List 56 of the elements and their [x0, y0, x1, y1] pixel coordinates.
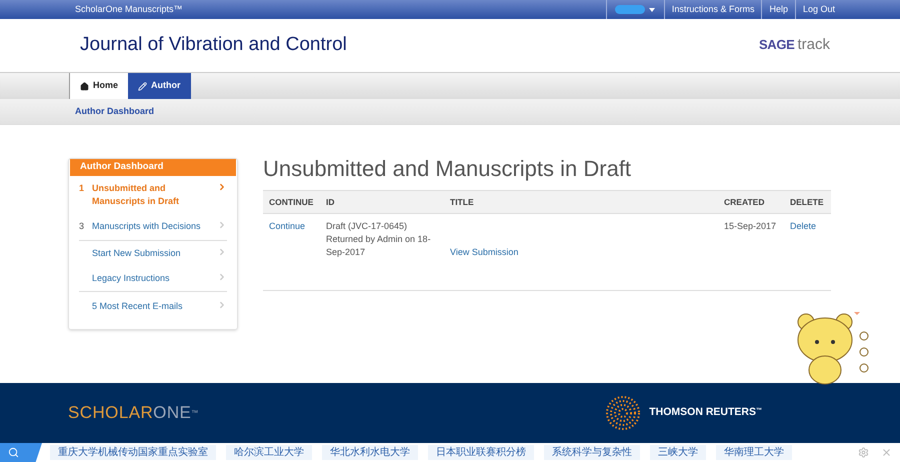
- chevron-icon: [217, 246, 227, 256]
- bookmark-link[interactable]: 三峡大学: [650, 445, 706, 460]
- nav-tab[interactable]: Home: [69, 73, 128, 99]
- page-heading: Unsubmitted and Manuscripts in Draft: [263, 155, 632, 183]
- search-icon: [8, 447, 19, 458]
- bookmark-link[interactable]: 华北水利水电大学: [322, 445, 418, 460]
- thomson-reuters-logo: THOMSON REUTERS$^{™}$: [649, 405, 762, 420]
- column-header: DELETE: [789, 196, 824, 208]
- item-label: Manuscripts with Decisions: [92, 220, 202, 233]
- view-submission-link[interactable]: View Submission: [450, 247, 518, 257]
- bookmark-link[interactable]: 系统科学与复杂性: [544, 445, 640, 460]
- sidebar-title: Author Dashboard: [70, 159, 236, 176]
- nav-tab[interactable]: Author: [128, 73, 191, 99]
- created-date: 15-Sep-2017: [723, 220, 778, 233]
- bookmark-link[interactable]: 华南理工大学: [716, 445, 792, 460]
- chevron-icon: [217, 272, 227, 282]
- scholarone-logo: SCHOLARONE$^{™}$: [68, 402, 200, 424]
- item-label: Unsubmitted and Manuscripts in Draft: [92, 182, 180, 208]
- sidebar-item[interactable]: 5 Most Recent E-mails: [79, 292, 227, 318]
- redacted-name-icon: [615, 5, 646, 14]
- column-header: TITLE: [449, 196, 475, 208]
- item-label: Legacy Instructions: [92, 272, 171, 284]
- brand-text: ScholarOne Manuscripts™: [75, 2, 183, 16]
- item-count: 1: [79, 183, 84, 193]
- delete-link[interactable]: Delete: [784, 220, 816, 234]
- sidebar-item[interactable]: 3 Manuscripts with Decisions: [79, 214, 227, 240]
- column-header: CREATED: [723, 196, 766, 208]
- top-link[interactable]: Help: [761, 0, 795, 19]
- dotted-globe-icon: [605, 395, 642, 431]
- continue-link[interactable]: Continue: [263, 220, 320, 234]
- item-label: Start New Submission: [92, 246, 182, 260]
- column-header: ID: [325, 196, 336, 208]
- home-icon: [80, 82, 89, 90]
- chevron-icon: [217, 220, 227, 230]
- sidebar-item[interactable]: Legacy Instructions: [79, 266, 227, 292]
- settings-icon[interactable]: [858, 447, 869, 458]
- item-label: 5 Most Recent E-mails: [92, 300, 184, 312]
- chevron-icon: [217, 300, 227, 310]
- top-link[interactable]: Instructions & Forms: [664, 0, 762, 19]
- pencil-icon: [138, 82, 148, 90]
- chevron-icon: [217, 182, 227, 192]
- sidebar-item[interactable]: Start New Submission: [79, 240, 227, 266]
- manuscript-id: Draft (JVC-17-0645) Returned by Admin on 18-Sep-2017: [325, 220, 432, 259]
- journal-title: Journal of Vibration and Control: [80, 33, 348, 58]
- column-header: CONTINUE: [268, 196, 314, 208]
- top-link[interactable]: Log Out: [794, 0, 842, 19]
- search-tab[interactable]: [0, 443, 42, 462]
- item-count: 3: [79, 221, 84, 231]
- bookmark-link[interactable]: 日本职业联赛积分榜: [428, 445, 534, 460]
- sidebar-item[interactable]: 1 Unsubmitted and Manuscripts in Draft: [79, 176, 227, 214]
- close-icon[interactable]: [881, 447, 892, 458]
- bookmark-link[interactable]: 哈尔滨工业大学: [226, 445, 312, 460]
- publisher-logo: SAGE track: [758, 35, 830, 56]
- breadcrumb-link[interactable]: Author Dashboard: [75, 104, 154, 118]
- bookmark-link[interactable]: 重庆大学机械传动国家重点实验室: [50, 445, 216, 460]
- dropdown-caret-icon: [649, 8, 656, 12]
